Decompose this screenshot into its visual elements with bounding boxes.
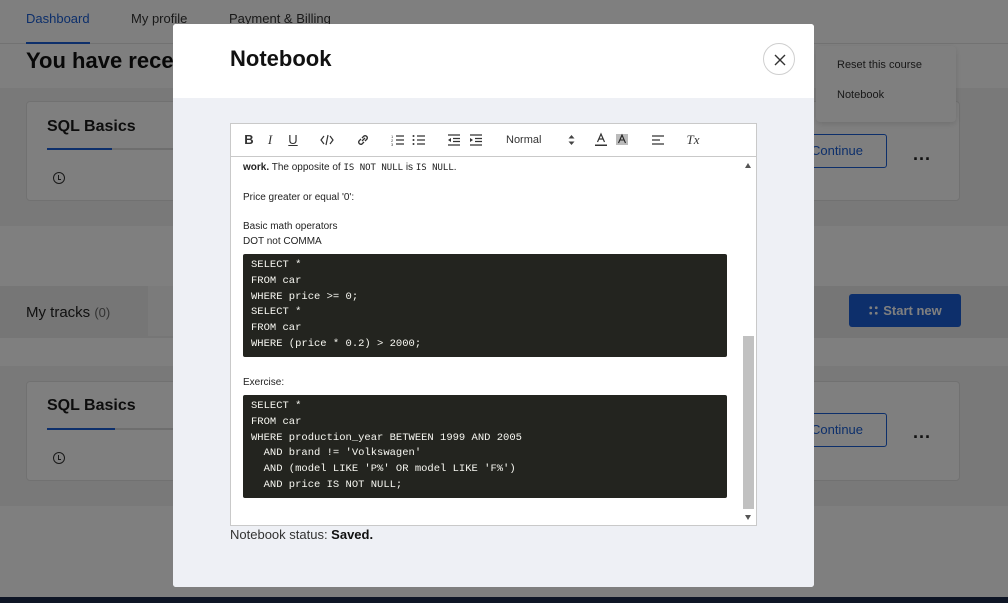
- text-color-button[interactable]: [595, 132, 607, 148]
- code-line: FROM car: [251, 275, 302, 287]
- code-icon: [320, 134, 334, 146]
- background-color-button[interactable]: [616, 132, 628, 148]
- code-block: SELECT * FROM car WHERE price >= 0; SELE…: [243, 254, 727, 357]
- code-block: SELECT * FROM car WHERE production_year …: [243, 395, 727, 498]
- ordered-list-button[interactable]: 123: [391, 132, 405, 148]
- notebook-modal: Notebook B I U 123 Normal Tx work. The o…: [173, 24, 814, 587]
- code-line: FROM car: [251, 416, 302, 428]
- clear-format-button[interactable]: Tx: [685, 132, 701, 148]
- code-line: WHERE (price * 0.2) > 2000;: [251, 338, 422, 350]
- inline-code: IS NULL: [415, 163, 454, 173]
- notebook-status: Notebook status: Saved.: [230, 527, 373, 542]
- notebook-editor: B I U 123 Normal Tx work. The opposite o…: [230, 123, 757, 526]
- modal-body: B I U 123 Normal Tx work. The opposite o…: [173, 98, 814, 587]
- text-line: DOT not COMMA: [243, 236, 322, 247]
- text-color-icon: [595, 132, 607, 146]
- ordered-list-icon: 123: [391, 134, 404, 147]
- modal-title: Notebook: [230, 46, 332, 71]
- link-icon: [358, 135, 368, 145]
- background-color-icon: [616, 133, 628, 145]
- close-icon: [774, 54, 786, 66]
- exercise-label: Exercise:: [243, 377, 285, 388]
- outdent-button[interactable]: [447, 132, 461, 148]
- close-button[interactable]: [763, 43, 795, 75]
- text-run: .: [453, 162, 457, 173]
- status-value: Saved.: [331, 527, 374, 542]
- code-line: SELECT *: [251, 400, 302, 412]
- text-run: is: [403, 162, 416, 173]
- bold-text: work.: [243, 162, 270, 173]
- code-line: WHERE price >= 0;: [251, 291, 359, 303]
- bold-button[interactable]: B: [243, 132, 255, 148]
- code-button[interactable]: [320, 132, 334, 148]
- text-line: Basic math operators: [243, 221, 338, 232]
- svg-text:3: 3: [391, 142, 394, 147]
- outdent-icon: [448, 134, 460, 146]
- code-line: AND (model LIKE 'P%' OR model LIKE 'F%'): [251, 463, 516, 475]
- status-label: Notebook status:: [230, 527, 332, 542]
- code-line: SELECT *: [251, 259, 302, 271]
- code-line: AND brand != 'Volkswagen': [251, 447, 422, 459]
- code-line: SELECT *: [251, 306, 302, 318]
- text-line: Price greater or equal '0':: [243, 192, 355, 203]
- editor-content[interactable]: work. The opposite of IS NOT NULL is IS …: [231, 158, 741, 525]
- link-button[interactable]: [356, 132, 370, 148]
- modal-header: Notebook: [173, 24, 814, 98]
- inline-code: IS NOT NULL: [343, 163, 404, 173]
- editor-toolbar: B I U 123 Normal Tx: [231, 124, 756, 157]
- underline-button[interactable]: U: [287, 132, 299, 148]
- code-line: AND price IS NOT NULL;: [251, 479, 403, 491]
- code-line: FROM car: [251, 322, 302, 334]
- align-button[interactable]: [651, 132, 665, 148]
- scroll-down-icon[interactable]: [745, 515, 751, 520]
- text-line: work. The opposite of IS NOT NULL is IS …: [243, 162, 457, 173]
- select-arrows-icon: [568, 135, 575, 145]
- editor-scrollbar[interactable]: [741, 158, 756, 525]
- scroll-thumb[interactable]: [743, 336, 754, 509]
- scroll-up-icon[interactable]: [745, 163, 751, 168]
- clear-format-icon: Tx: [686, 132, 700, 147]
- bullet-list-button[interactable]: [412, 132, 426, 148]
- indent-icon: [470, 134, 482, 146]
- heading-select-value: Normal: [506, 134, 542, 146]
- heading-select[interactable]: Normal: [501, 132, 575, 148]
- indent-button[interactable]: [469, 132, 483, 148]
- text-run: The opposite of: [269, 162, 344, 173]
- code-line: WHERE production_year BETWEEN 1999 AND 2…: [251, 432, 522, 444]
- bullet-list-icon: [412, 135, 425, 145]
- italic-button[interactable]: I: [264, 132, 276, 148]
- align-left-icon: [652, 135, 664, 145]
